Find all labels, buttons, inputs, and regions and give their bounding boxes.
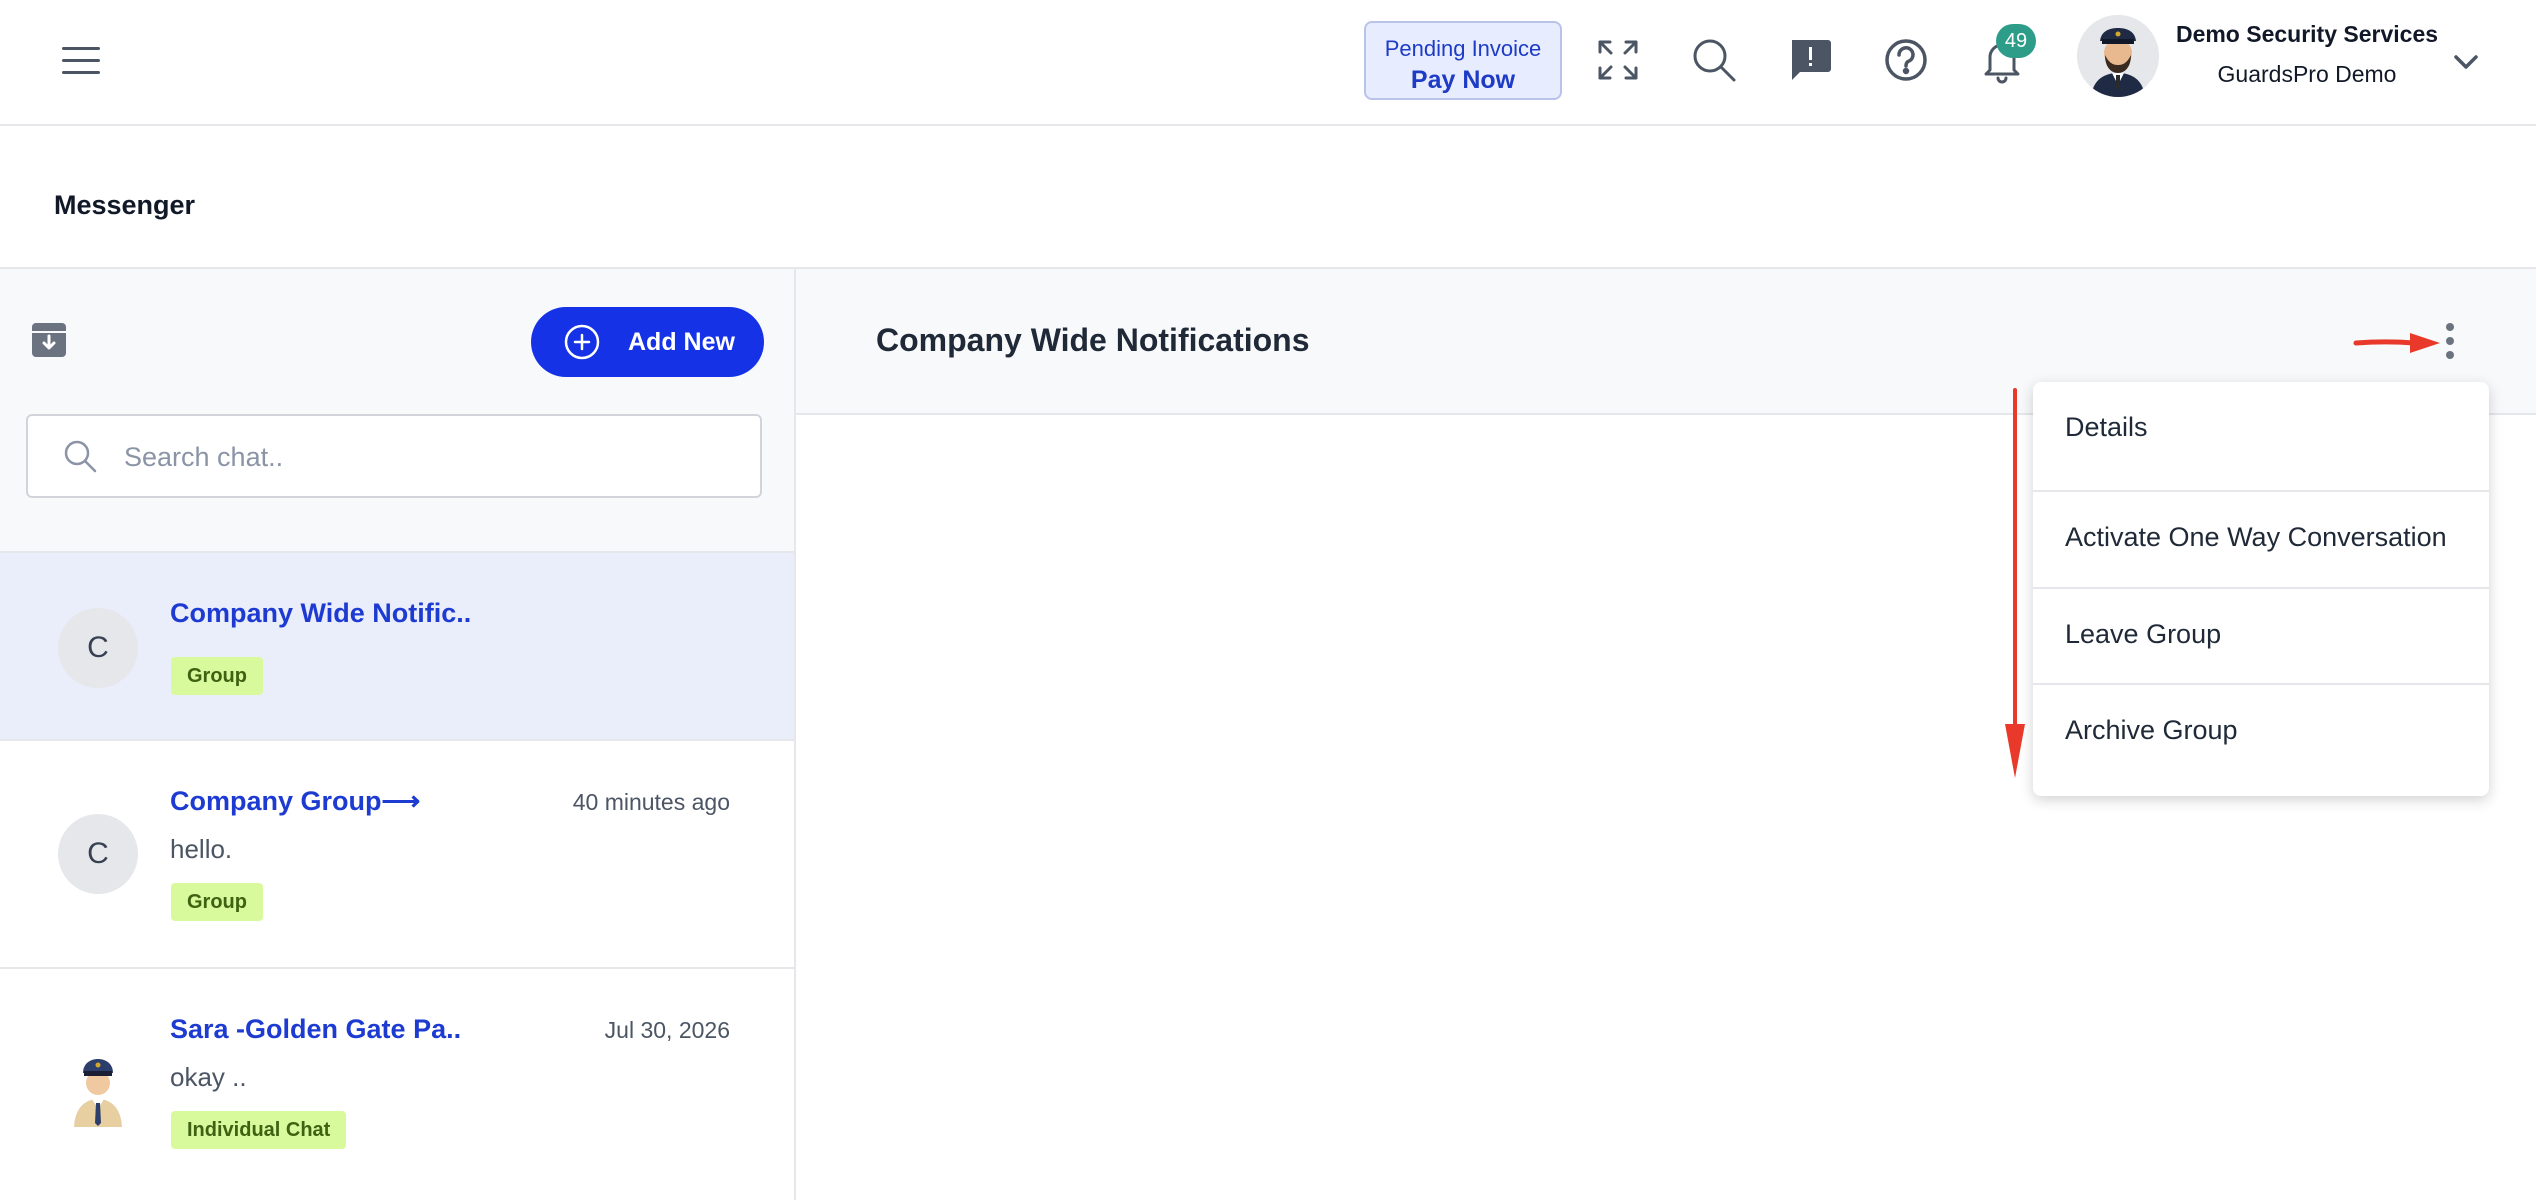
chat-list-item[interactable]: C Company Wide Notific.. Group	[0, 551, 794, 741]
pending-invoice-button[interactable]: Pending Invoice Pay Now	[1364, 21, 1562, 100]
plus-circle-icon	[563, 323, 601, 361]
add-new-button[interactable]: Add New	[531, 307, 764, 377]
menu-item-label: Leave Group	[2065, 619, 2222, 649]
notification-count-badge: 49	[1996, 24, 2036, 58]
menu-item-leave-group[interactable]: Leave Group	[2033, 589, 2489, 685]
chat-type-tag: Group	[171, 883, 263, 921]
chat-timestamp: 40 minutes ago	[572, 789, 730, 815]
menu-icon[interactable]	[60, 40, 102, 82]
menu-item-label: Archive Group	[2065, 715, 2238, 745]
chat-last-message: hello.	[170, 834, 233, 864]
user-name: Demo Security Services	[2175, 21, 2439, 47]
page-title: Messenger	[54, 190, 196, 220]
chat-name: Company Wide Notific..	[170, 598, 472, 628]
top-bar: Pending Invoice Pay Now 49 Demo Security…	[0, 0, 2536, 126]
archive-icon[interactable]	[30, 321, 68, 359]
pay-now-label: Pay Now	[1410, 66, 1516, 94]
add-new-label: Add New	[628, 328, 735, 356]
conversation-options-menu: Details Activate One Way Conversation Le…	[2033, 382, 2489, 796]
user-avatar[interactable]	[2077, 15, 2159, 97]
chat-timestamp: Jul 30, 2026	[604, 1017, 730, 1043]
search-icon[interactable]	[1690, 36, 1738, 84]
chat-name: Sara -Golden Gate Pa..	[170, 1014, 462, 1044]
menu-item-archive-group[interactable]: Archive Group	[2033, 685, 2489, 781]
menu-item-activate-one-way-conversation[interactable]: Activate One Way Conversation	[2033, 492, 2489, 588]
chat-avatar: C	[58, 814, 138, 894]
search-icon	[62, 438, 98, 474]
chat-list-item[interactable]: C Company Group⟶ 40 minutes ago hello. G…	[0, 739, 794, 967]
feedback-icon[interactable]	[1786, 36, 1834, 84]
user-organization: GuardsPro Demo	[2217, 61, 2397, 87]
help-icon[interactable]	[1882, 36, 1930, 84]
conversation-title: Company Wide Notifications	[876, 322, 1310, 358]
annotation-arrow-down	[2000, 388, 2030, 780]
chat-name: Company Group⟶	[170, 786, 421, 816]
menu-item-label: Details	[2065, 412, 2148, 442]
chat-last-message: okay ..	[170, 1062, 247, 1092]
chevron-down-icon[interactable]	[2448, 44, 2484, 80]
menu-item-details[interactable]: Details	[2033, 382, 2489, 478]
more-options-icon[interactable]	[2434, 322, 2470, 362]
chat-type-tag: Individual Chat	[171, 1111, 347, 1149]
chat-avatar: C	[58, 608, 138, 688]
chat-type-tag: Group	[171, 657, 263, 695]
pending-invoice-label: Pending Invoice	[1384, 36, 1542, 61]
guard-avatar	[58, 1047, 138, 1127]
expand-icon[interactable]	[1594, 36, 1642, 84]
menu-item-label: Activate One Way Conversation	[2065, 522, 2447, 552]
search-chat-input[interactable]	[122, 434, 726, 480]
search-chat-box[interactable]	[26, 414, 762, 498]
chat-list-item[interactable]: Sara -Golden Gate Pa.. Jul 30, 2026 okay…	[0, 967, 794, 1200]
